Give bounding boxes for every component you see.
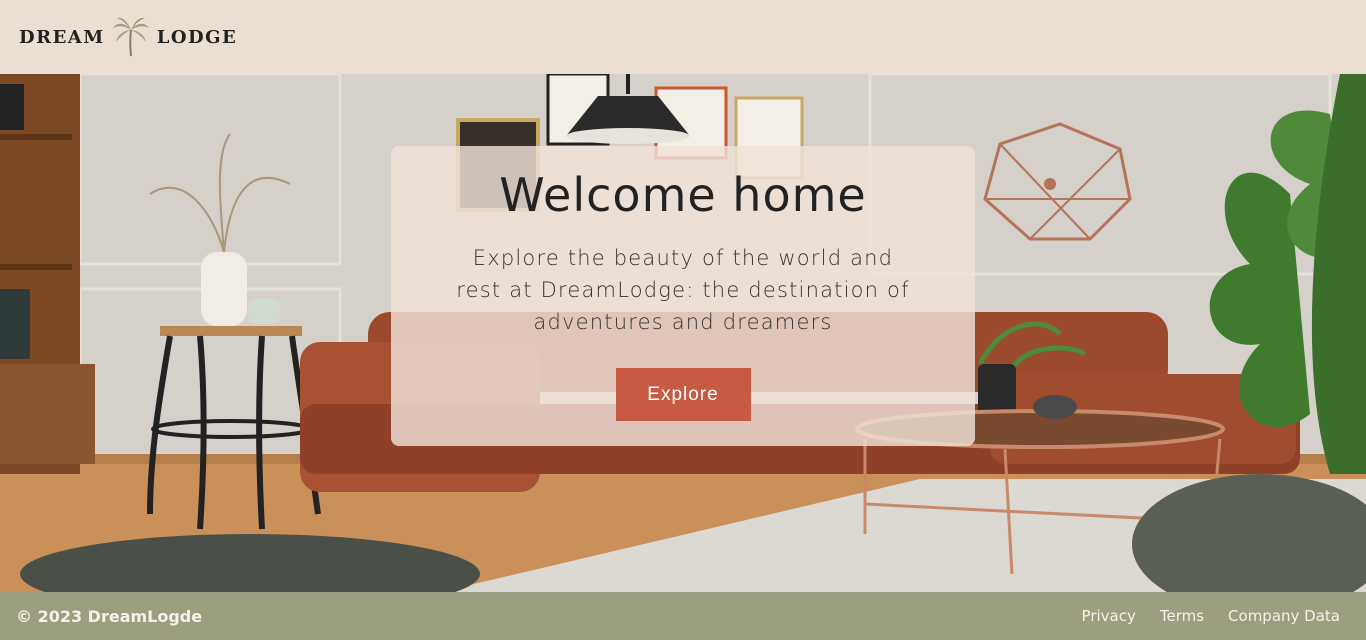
explore-button[interactable]: Explore xyxy=(615,368,751,421)
hero-section: Welcome home Explore the beauty of the w… xyxy=(0,74,1366,592)
palm-tree-icon xyxy=(112,17,149,57)
welcome-card: Welcome home Explore the beauty of the w… xyxy=(391,146,975,446)
site-footer: © 2023 DreamLogde Privacy Terms Company … xyxy=(0,592,1366,640)
welcome-text: Explore the beauty of the world and rest… xyxy=(456,246,910,334)
copyright-text: © 2023 DreamLogde xyxy=(16,606,203,626)
site-header: DREAM LODGE xyxy=(0,0,1366,74)
footer-link-privacy[interactable]: Privacy xyxy=(1082,607,1136,625)
footer-link-terms[interactable]: Terms xyxy=(1160,607,1204,625)
footer-links: Privacy Terms Company Data xyxy=(1082,607,1340,625)
welcome-title: Welcome home xyxy=(499,168,867,222)
logo-text-lodge: LODGE xyxy=(156,26,238,48)
logo-text-dream: DREAM xyxy=(19,26,105,48)
logo[interactable]: DREAM LODGE xyxy=(19,16,237,58)
footer-link-company-data[interactable]: Company Data xyxy=(1228,607,1340,625)
